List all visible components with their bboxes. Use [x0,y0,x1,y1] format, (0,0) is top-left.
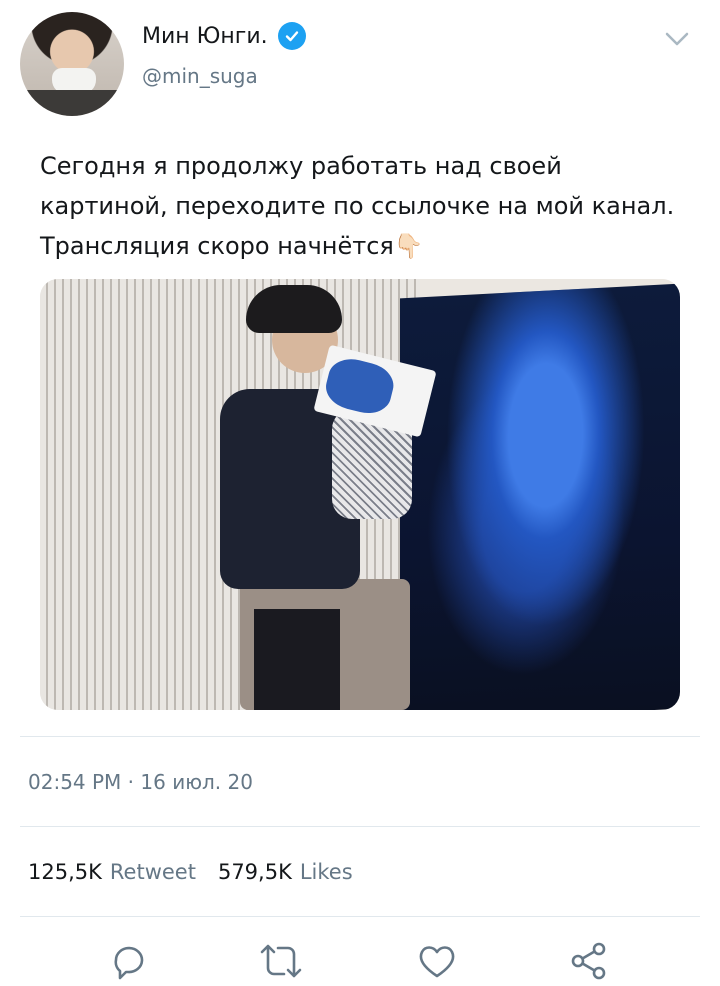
divider [20,736,700,737]
person-legs [254,609,340,710]
divider [20,916,700,917]
share-icon[interactable] [568,940,610,982]
avatar-shirt [20,90,124,116]
divider [20,826,700,827]
author-handle[interactable]: @min_suga [142,64,258,88]
retweet-icon[interactable] [258,940,302,982]
tweet-media-image[interactable] [40,279,680,710]
author-name-row: Мин Юнги. [142,22,306,50]
reply-icon[interactable] [108,940,150,982]
avatar[interactable] [20,12,124,116]
like-count[interactable]: 579,5K [218,860,292,884]
retweet-count[interactable]: 125,5K [28,860,102,884]
tweet-stats: 125,5K Retweet 579,5K Likes [28,860,367,884]
author-display-name[interactable]: Мин Юнги. [142,24,268,49]
heart-icon[interactable] [416,940,458,982]
tweet-timestamp[interactable]: 02:54 PM · 16 июл. 20 [28,770,253,794]
retweet-label[interactable]: Retweet [110,860,196,884]
verified-badge-icon [277,22,306,50]
like-label[interactable]: Likes [300,860,353,884]
blue-painting [400,283,680,710]
palette-paint [321,353,398,419]
person-beret [246,285,342,333]
chevron-down-icon[interactable] [662,24,692,54]
tweet-text: Сегодня я продолжу работать над своей ка… [40,152,675,260]
